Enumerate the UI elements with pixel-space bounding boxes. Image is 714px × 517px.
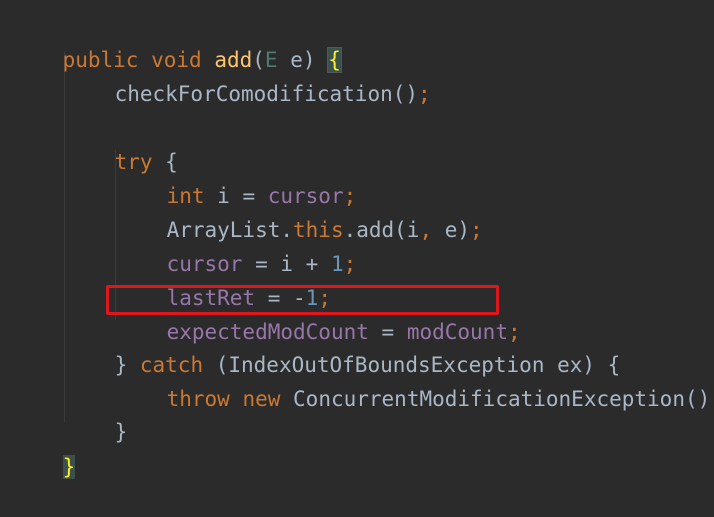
keyword-new: new [242, 387, 281, 411]
highlight-annotation-box [106, 285, 499, 315]
semicolon: ; [470, 218, 483, 242]
code-line-2[interactable]: checkForComodification(); [64, 45, 431, 106]
code-line-13[interactable]: } [12, 418, 76, 479]
semicolon: ; [710, 387, 714, 411]
exception-constructor: ConcurrentModificationException() [280, 387, 711, 411]
comma: , [419, 218, 433, 242]
code-line-1[interactable]: public void add(E e) { [12, 11, 342, 73]
argument: e) [432, 218, 471, 242]
close-brace: } [114, 420, 128, 444]
keyword-throw: throw [166, 387, 230, 411]
number-literal: 1 [330, 252, 344, 276]
code-line-10[interactable]: } catch (IndexOutOfBoundsException ex) { [64, 316, 621, 377]
code-line-11[interactable]: throw new ConcurrentModificationExceptio… [116, 350, 714, 411]
semicolon: ; [343, 252, 357, 276]
code-line-4[interactable]: try { [64, 113, 178, 174]
code-line-8[interactable]: lastRet = -1; [116, 249, 331, 310]
code-editor[interactable]: public void add(E e) { checkForComodific… [0, 0, 714, 479]
code-line-5[interactable]: int i = cursor; [116, 147, 357, 208]
method-call: checkForComodification [114, 82, 393, 106]
code-line-12[interactable]: } [64, 383, 128, 444]
call-parens: () [392, 82, 419, 106]
code-line-6[interactable]: ArrayList.this.add(i, e); [116, 181, 483, 242]
semicolon: ; [418, 82, 431, 106]
code-line-7[interactable]: cursor = i + 1; [116, 215, 357, 276]
